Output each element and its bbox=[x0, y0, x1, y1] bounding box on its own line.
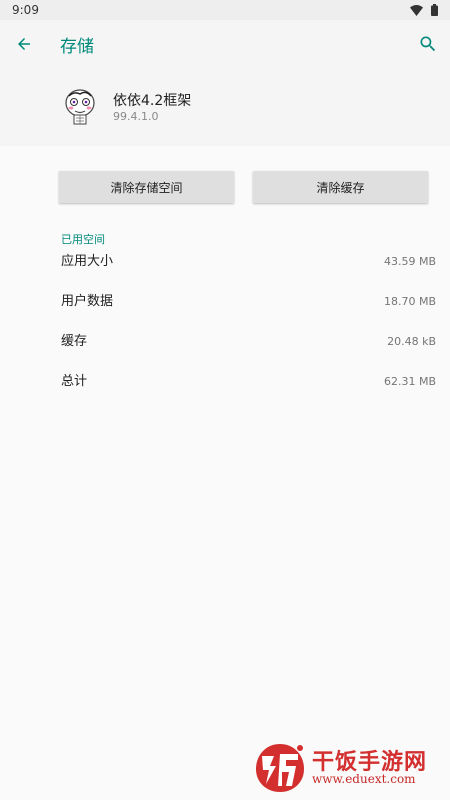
app-header: 依依4.2框架 99.4.1.0 bbox=[0, 68, 450, 146]
arrow-back-icon bbox=[18, 38, 30, 50]
watermark-url: www.eduext.com bbox=[312, 772, 416, 786]
storage-row-user-data: 用户数据 18.70 MB bbox=[0, 282, 450, 322]
status-bar: 9:09 bbox=[0, 0, 450, 20]
row-value: 62.31 MB bbox=[383, 375, 436, 388]
row-value: 20.48 kB bbox=[387, 335, 436, 348]
row-label: 总计 bbox=[61, 374, 88, 389]
status-icons bbox=[410, 4, 438, 16]
action-buttons: 清除存储空间 清除缓存 bbox=[0, 171, 450, 203]
app-version: 99.4.1.0 bbox=[113, 110, 159, 123]
app-bar: 存储 bbox=[0, 20, 450, 68]
row-value: 18.70 MB bbox=[383, 295, 436, 308]
row-value: 43.59 MB bbox=[383, 255, 436, 268]
watermark-logo-icon bbox=[256, 744, 304, 792]
search-icon bbox=[420, 36, 436, 52]
page-title: 存储 bbox=[60, 36, 94, 57]
storage-row-total: 总计 62.31 MB bbox=[0, 362, 450, 402]
clear-storage-button[interactable]: 清除存储空间 bbox=[59, 171, 234, 203]
row-label: 缓存 bbox=[61, 334, 88, 349]
back-button[interactable] bbox=[12, 32, 36, 56]
watermark: 干饭手游网 www.eduext.com bbox=[252, 740, 447, 798]
row-label: 用户数据 bbox=[61, 294, 114, 309]
status-time: 9:09 bbox=[12, 3, 39, 17]
search-button[interactable] bbox=[416, 32, 440, 56]
battery-icon bbox=[431, 4, 438, 16]
app-name: 依依4.2框架 bbox=[113, 93, 192, 109]
wifi-icon bbox=[410, 4, 423, 16]
clear-cache-button[interactable]: 清除缓存 bbox=[253, 171, 428, 203]
app-icon bbox=[60, 86, 100, 126]
storage-row-app-size: 应用大小 43.59 MB bbox=[0, 242, 450, 282]
storage-row-cache: 缓存 20.48 kB bbox=[0, 322, 450, 362]
row-label: 应用大小 bbox=[61, 254, 114, 269]
